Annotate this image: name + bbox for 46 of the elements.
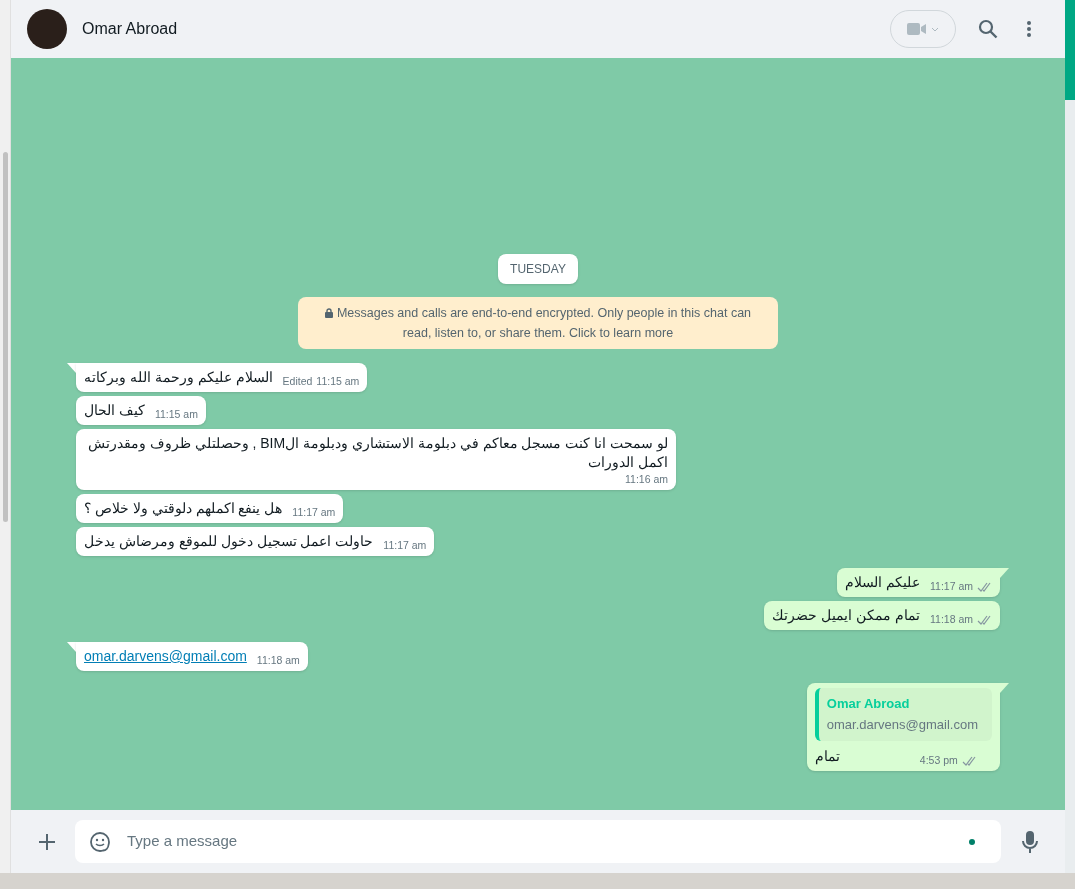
menu-icon <box>1027 21 1031 37</box>
plus-icon <box>38 832 56 851</box>
edited-label: Edited <box>282 374 313 390</box>
double-check-icon <box>977 614 992 625</box>
message-input[interactable]: Type a message <box>75 820 1001 863</box>
message-text: كيف الحال <box>84 401 145 420</box>
contact-name[interactable]: Omar Abroad <box>82 17 178 41</box>
quote-author: Omar Abroad <box>826 694 911 713</box>
message-bubble[interactable]: omar.darvens@gmail.com 11:18 am <box>76 641 308 671</box>
message-time: 11:17 am <box>292 505 336 520</box>
microphone-button[interactable] <box>1019 828 1041 855</box>
encryption-notice[interactable]: Messages and calls are end-to-end encrypted. Only people in this chat can read, listen to, or share them. Click to learn more <box>298 297 778 349</box>
message-text: هل ينفع اكملهم دلوقتي ولا خلاص ؟ <box>84 498 283 518</box>
video-camera-icon <box>907 22 927 36</box>
message-text: حاولت اعمل تسجيل دخول للموقع ومرضاش يدخل <box>84 531 374 551</box>
quoted-message[interactable]: Omar Abroad omar.darvens@gmail.com <box>814 687 992 741</box>
lock-icon <box>324 308 333 318</box>
message-time: 11:15 am <box>154 407 198 423</box>
email-link[interactable]: omar.darvens@gmail.com <box>84 646 247 666</box>
message-text: عليكم السلام <box>845 572 920 592</box>
contact-avatar[interactable] <box>27 9 67 49</box>
encryption-text: Messages and calls are end-to-end encrypted. Only people in this chat can read, listen to, or share them. Click to learn more <box>336 306 752 340</box>
menu-button[interactable] <box>1026 19 1032 39</box>
caret-icon <box>931 26 939 32</box>
message-text: تمام <box>814 746 840 766</box>
scrollbar-thumb[interactable] <box>3 152 8 522</box>
message-time: 11:18 am <box>256 653 300 668</box>
search-icon <box>978 19 998 39</box>
sticker-icon <box>89 830 111 853</box>
message-time: 11:15 am <box>316 374 360 390</box>
message-time: 11:18 am <box>930 612 973 627</box>
message-text: لو سمحت انا كنت مسجل معاكم في دبلومة الاستشاري ودبلومة الBIM , وحصلتلي ظروف ومقدرتش اكمل الدورات <box>86 434 668 472</box>
quote-text: omar.darvens@gmail.com <box>826 715 978 734</box>
search-button[interactable] <box>976 17 1000 41</box>
date-label: TUESDAY <box>498 254 578 284</box>
message-time: 11:17 am <box>383 538 427 553</box>
double-check-icon <box>977 581 992 592</box>
message-time: 4:53 pm <box>919 753 958 768</box>
message-time: 11:16 am <box>625 472 668 487</box>
double-check-icon <box>961 755 977 766</box>
message-time: 11:17 am <box>930 579 973 594</box>
microphone-icon <box>1022 829 1038 854</box>
message-text: تمام ممكن ايميل حضرتك <box>772 605 920 625</box>
message-text: السلام عليكم ورحمة الله وبركاته <box>84 368 273 387</box>
scrollbar-thumb[interactable] <box>1065 0 1075 100</box>
message-field[interactable]: Type a message <box>127 830 969 853</box>
